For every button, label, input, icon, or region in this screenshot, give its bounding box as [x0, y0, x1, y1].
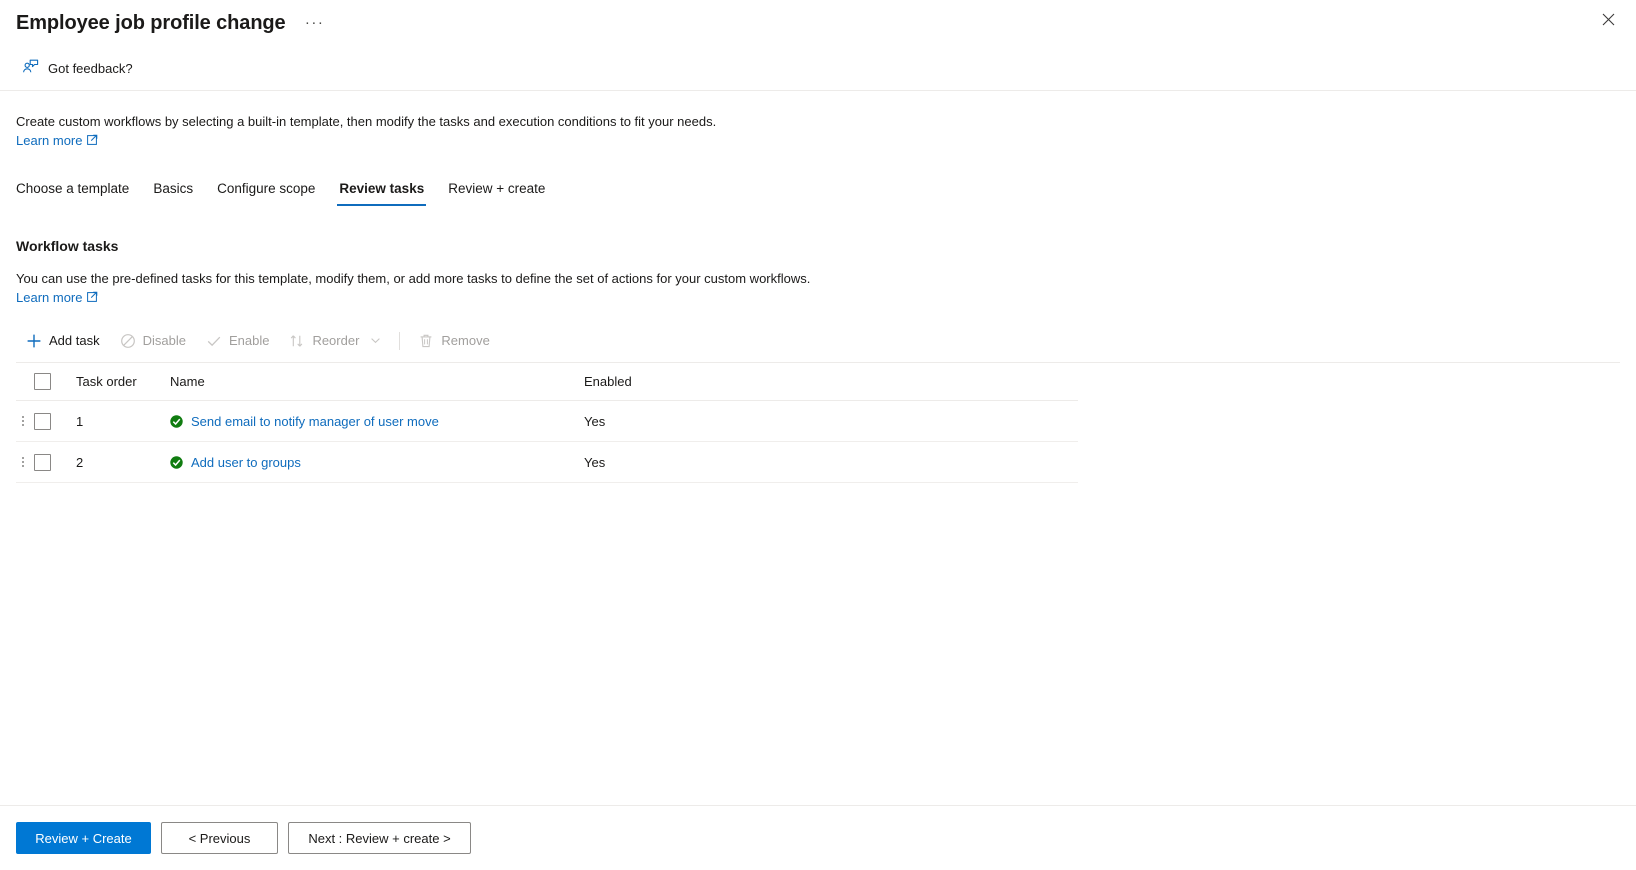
intro-learn-more-link[interactable]: Learn more: [16, 133, 98, 148]
plus-icon: [26, 333, 42, 349]
row-checkbox[interactable]: [34, 453, 51, 471]
blade-footer: Review + Create < Previous Next : Review…: [0, 805, 1636, 870]
workflow-blade: Employee job profile change ··· Got feed…: [0, 0, 1636, 870]
enable-label: Enable: [228, 333, 270, 348]
section-learn-more-link[interactable]: Learn more: [16, 290, 98, 305]
table-row[interactable]: 1 Send email to notify manager of user m…: [16, 401, 1078, 442]
trash-icon: [418, 333, 434, 349]
header-task-order: Task order: [76, 374, 137, 389]
drag-dots-icon: [22, 416, 24, 426]
table-row[interactable]: 2 Add user to groups Yes: [16, 442, 1078, 483]
previous-button[interactable]: < Previous: [161, 822, 278, 854]
table-header-row: Task order Name Enabled: [16, 363, 1078, 401]
more-options-button[interactable]: ···: [302, 10, 328, 36]
next-button[interactable]: Next : Review + create >: [288, 822, 471, 854]
row-select-cell: [30, 453, 72, 471]
command-bar-divider: [399, 331, 401, 350]
chevron-down-icon: [370, 335, 381, 346]
tab-review-create[interactable]: Review + create: [436, 181, 557, 206]
feedback-label: Got feedback?: [48, 60, 133, 76]
drag-dots-icon: [22, 457, 24, 467]
close-button[interactable]: [1594, 5, 1622, 33]
block-circle-icon: [120, 333, 136, 349]
row-enabled-value: Yes: [584, 413, 606, 429]
add-task-label: Add task: [49, 333, 100, 348]
green-check-circle-icon: [170, 414, 183, 428]
select-all-checkbox[interactable]: [34, 373, 51, 390]
intro-learn-more-label: Learn more: [16, 133, 83, 148]
reorder-button[interactable]: Reorder: [279, 327, 391, 355]
feedback-person-icon: [22, 59, 39, 78]
section-title: Workflow tasks: [16, 238, 119, 254]
tab-basics[interactable]: Basics: [141, 181, 205, 206]
enable-button[interactable]: Enable: [196, 327, 279, 355]
row-task-order: 1: [76, 413, 84, 429]
add-task-button[interactable]: Add task: [16, 327, 110, 355]
tab-review-tasks[interactable]: Review tasks: [327, 181, 436, 206]
checkmark-icon: [206, 333, 222, 349]
disable-button[interactable]: Disable: [110, 327, 196, 355]
header-enabled: Enabled: [584, 374, 632, 389]
row-checkbox[interactable]: [34, 412, 51, 430]
blade-body: Create custom workflows by selecting a b…: [0, 91, 1636, 805]
row-drag-handle[interactable]: [16, 455, 30, 469]
review-create-button[interactable]: Review + Create: [16, 822, 151, 854]
sort-arrows-icon: [289, 333, 305, 349]
reorder-label: Reorder: [312, 333, 360, 348]
got-feedback-button[interactable]: Got feedback?: [22, 59, 133, 78]
tab-configure-scope[interactable]: Configure scope: [205, 181, 327, 206]
row-task-order: 2: [76, 454, 84, 470]
header-name-label: Name: [170, 374, 205, 389]
green-check-circle-icon: [170, 455, 183, 469]
header-name: Name: [170, 374, 584, 389]
row-name-cell: Add user to groups: [170, 455, 584, 470]
workflow-tasks-table: Task order Name Enabled 1 Send email to …: [16, 363, 1078, 483]
disable-label: Disable: [142, 333, 186, 348]
remove-label: Remove: [441, 333, 490, 348]
row-name-cell: Send email to notify manager of user mov…: [170, 414, 584, 429]
intro-text: Create custom workflows by selecting a b…: [16, 114, 717, 129]
task-name-link[interactable]: Send email to notify manager of user mov…: [191, 414, 439, 429]
blade-titlebar: Employee job profile change ···: [0, 0, 1636, 46]
tasks-command-bar: Add task Disable Enable Reorder Remove: [16, 327, 1620, 363]
task-name-link[interactable]: Add user to groups: [191, 455, 301, 470]
external-link-icon: [87, 133, 98, 148]
remove-button[interactable]: Remove: [408, 327, 499, 355]
row-enabled-value: Yes: [584, 454, 606, 470]
row-drag-handle[interactable]: [16, 414, 30, 428]
select-all-cell: [30, 373, 72, 390]
external-link-icon: [87, 290, 98, 305]
page-title: Employee job profile change: [16, 12, 286, 34]
wizard-tabs: Choose a template Basics Configure scope…: [16, 172, 1620, 206]
section-learn-more-label: Learn more: [16, 290, 83, 305]
tab-choose-a-template[interactable]: Choose a template: [16, 181, 141, 206]
close-icon: [1602, 13, 1614, 25]
row-select-cell: [30, 412, 72, 430]
section-description: You can use the pre-defined tasks for th…: [16, 271, 811, 286]
feedback-bar: Got feedback?: [0, 46, 1636, 91]
